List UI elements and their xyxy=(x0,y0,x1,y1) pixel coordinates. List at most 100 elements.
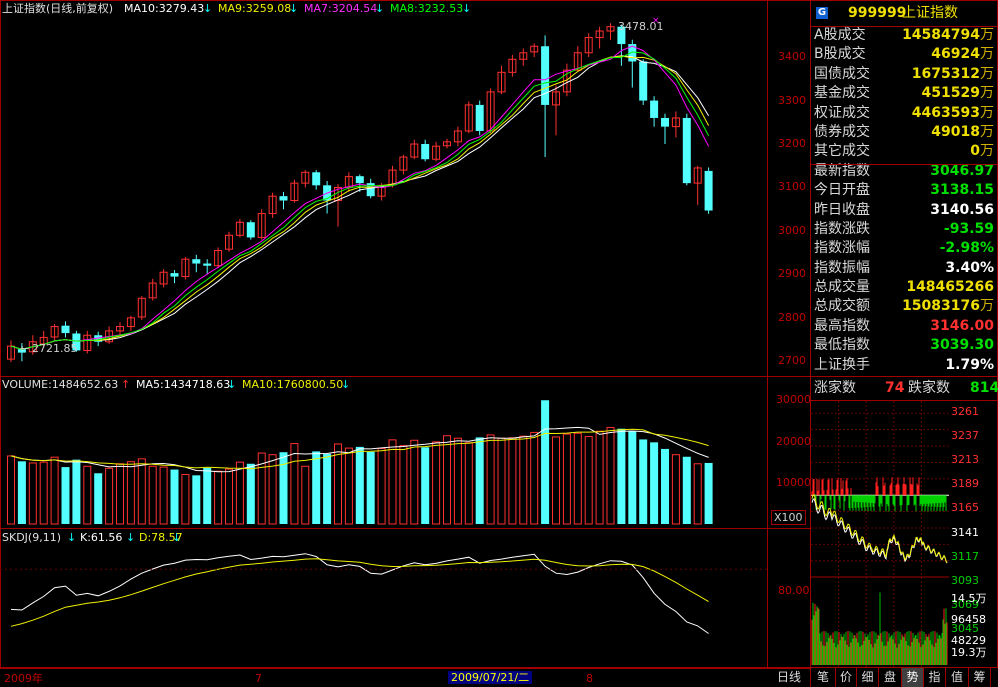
intraday-tick-label: 3261 xyxy=(951,405,979,418)
volume-bar xyxy=(595,430,604,525)
stat-label: 国债成交 xyxy=(814,65,870,82)
volume-bar xyxy=(290,443,299,525)
volume-bar xyxy=(203,467,212,524)
volume-ma5-arrow-icon: ↓ xyxy=(227,378,237,391)
volume-bar xyxy=(355,446,364,524)
stat-row: 总成交量 148465266 xyxy=(810,278,998,297)
intraday-tick-label: 3213 xyxy=(951,453,979,467)
stat-row: 最高指数 3146.00 xyxy=(810,317,998,336)
volume-bar xyxy=(682,456,691,524)
intraday-tick-label: 3165 xyxy=(951,501,979,515)
volume-bar xyxy=(334,443,342,525)
stat-value: 14584794万 xyxy=(902,27,994,43)
volume-bar xyxy=(552,436,560,525)
stat-row: 最低指数 3039.30 xyxy=(810,336,998,355)
volume-bar xyxy=(61,467,70,524)
bottom-tab[interactable]: 筹 xyxy=(969,668,991,687)
bottom-tab[interactable]: 指 xyxy=(924,668,946,687)
volume-ma10-value: MA10:1760800.50 xyxy=(242,378,344,391)
stat-value: 49018万 xyxy=(931,123,994,140)
intraday-vol-tick: 48229 xyxy=(951,634,986,647)
intraday-mini-chart[interactable] xyxy=(811,401,949,667)
price-tick-label: 3400 xyxy=(778,50,806,64)
volume-bar xyxy=(192,475,201,524)
volume-tick-label: 10000 xyxy=(776,475,811,489)
stat-label: 今日开盘 xyxy=(814,182,870,199)
stat-unit: 万 xyxy=(980,123,994,140)
candle-body xyxy=(661,117,669,127)
price-tick-label: 2700 xyxy=(778,354,806,368)
candle-body xyxy=(682,117,691,184)
candle-body xyxy=(203,263,212,266)
stat-label: 上证换手 xyxy=(814,356,870,373)
stat-row: 权证成交 4463593万 xyxy=(810,104,998,123)
x-axis-year: 2009年 xyxy=(4,672,43,685)
x-axis-cursor-date: 2009/07/21/二 xyxy=(448,671,533,684)
intraday-tick-label: 19.3万 xyxy=(951,646,987,659)
volume-bar xyxy=(7,455,15,525)
volume-bar xyxy=(671,454,680,525)
volume-pane xyxy=(7,400,713,525)
stat-label: 昨日收盘 xyxy=(814,201,870,218)
x-axis-month-8: 8 xyxy=(586,672,593,685)
kdj-k-arrow-icon: ↓ xyxy=(126,531,136,544)
volume-bar xyxy=(94,473,103,524)
volume-ma10-arrow-icon: ↓ xyxy=(341,378,351,391)
volume-unit-box: X100 xyxy=(771,510,806,525)
stat-value: 3140.56 xyxy=(930,201,994,218)
stat-value: 3.40% xyxy=(945,259,994,276)
volume-bar xyxy=(606,426,615,525)
candle-body xyxy=(279,196,288,201)
volume-bar xyxy=(475,437,484,524)
stat-row: 今日开盘 3138.15 xyxy=(810,181,998,200)
volume-bar xyxy=(126,461,135,525)
volume-bar xyxy=(225,468,233,525)
kdj-d-arrow-icon: ↓ xyxy=(172,531,182,544)
volume-value: VOLUME:1484652.63 xyxy=(2,378,119,391)
volume-up-arrow-icon: ↑ xyxy=(121,378,131,391)
stat-unit: 万 xyxy=(980,143,994,160)
volume-bar xyxy=(519,435,528,525)
stats-divider-2 xyxy=(811,376,998,377)
stat-label: 基金成交 xyxy=(814,85,870,102)
stat-value: 1.79% xyxy=(945,356,994,373)
volume-bar xyxy=(377,448,386,525)
volume-bar xyxy=(366,451,375,524)
stat-value: 148465266 xyxy=(906,279,994,296)
bottom-tab[interactable]: 价 xyxy=(836,668,857,687)
volume-bar xyxy=(235,461,244,525)
bottom-tab[interactable]: 笔 xyxy=(811,668,836,687)
volume-bar xyxy=(617,428,626,524)
bottom-tab[interactable]: 值 xyxy=(946,668,969,687)
candle-body xyxy=(421,144,430,160)
volume-bar xyxy=(17,461,26,524)
candle-body xyxy=(541,46,550,105)
volume-bar xyxy=(323,453,332,524)
volume-bar xyxy=(530,431,539,525)
bottom-tab[interactable]: 势 xyxy=(902,668,924,687)
volume-bar xyxy=(464,442,473,525)
bottom-tab[interactable]: 盘 xyxy=(879,668,902,687)
stat-value: -93.59 xyxy=(943,220,994,237)
stat-label: 指数涨幅 xyxy=(814,240,870,257)
volume-bar xyxy=(181,474,190,525)
stat-value: 451529万 xyxy=(921,85,994,102)
price-tick-label: 3300 xyxy=(778,93,806,107)
g-icon[interactable]: G xyxy=(816,7,828,19)
stat-label: 最高指数 xyxy=(814,317,870,334)
volume-bar xyxy=(159,466,168,525)
candlestick-chart[interactable] xyxy=(0,0,767,668)
bottom-tab[interactable]: 细 xyxy=(857,668,879,687)
candle-body xyxy=(312,172,321,186)
stat-unit: 万 xyxy=(980,85,994,102)
stat-label: 其它成交 xyxy=(814,143,870,160)
stat-value: 1675312万 xyxy=(911,65,994,82)
volume-bar xyxy=(399,445,408,525)
volume-bar xyxy=(693,463,702,525)
bottom-tab[interactable]: 日线 xyxy=(768,668,811,687)
low-price-annotation: 2721.85 xyxy=(32,342,78,355)
stat-row: 上证换手 1.79% xyxy=(810,356,998,375)
stat-unit: 万 xyxy=(980,65,994,82)
stat-row: 指数涨跌 -93.59 xyxy=(810,220,998,239)
volume-bar xyxy=(137,458,146,525)
